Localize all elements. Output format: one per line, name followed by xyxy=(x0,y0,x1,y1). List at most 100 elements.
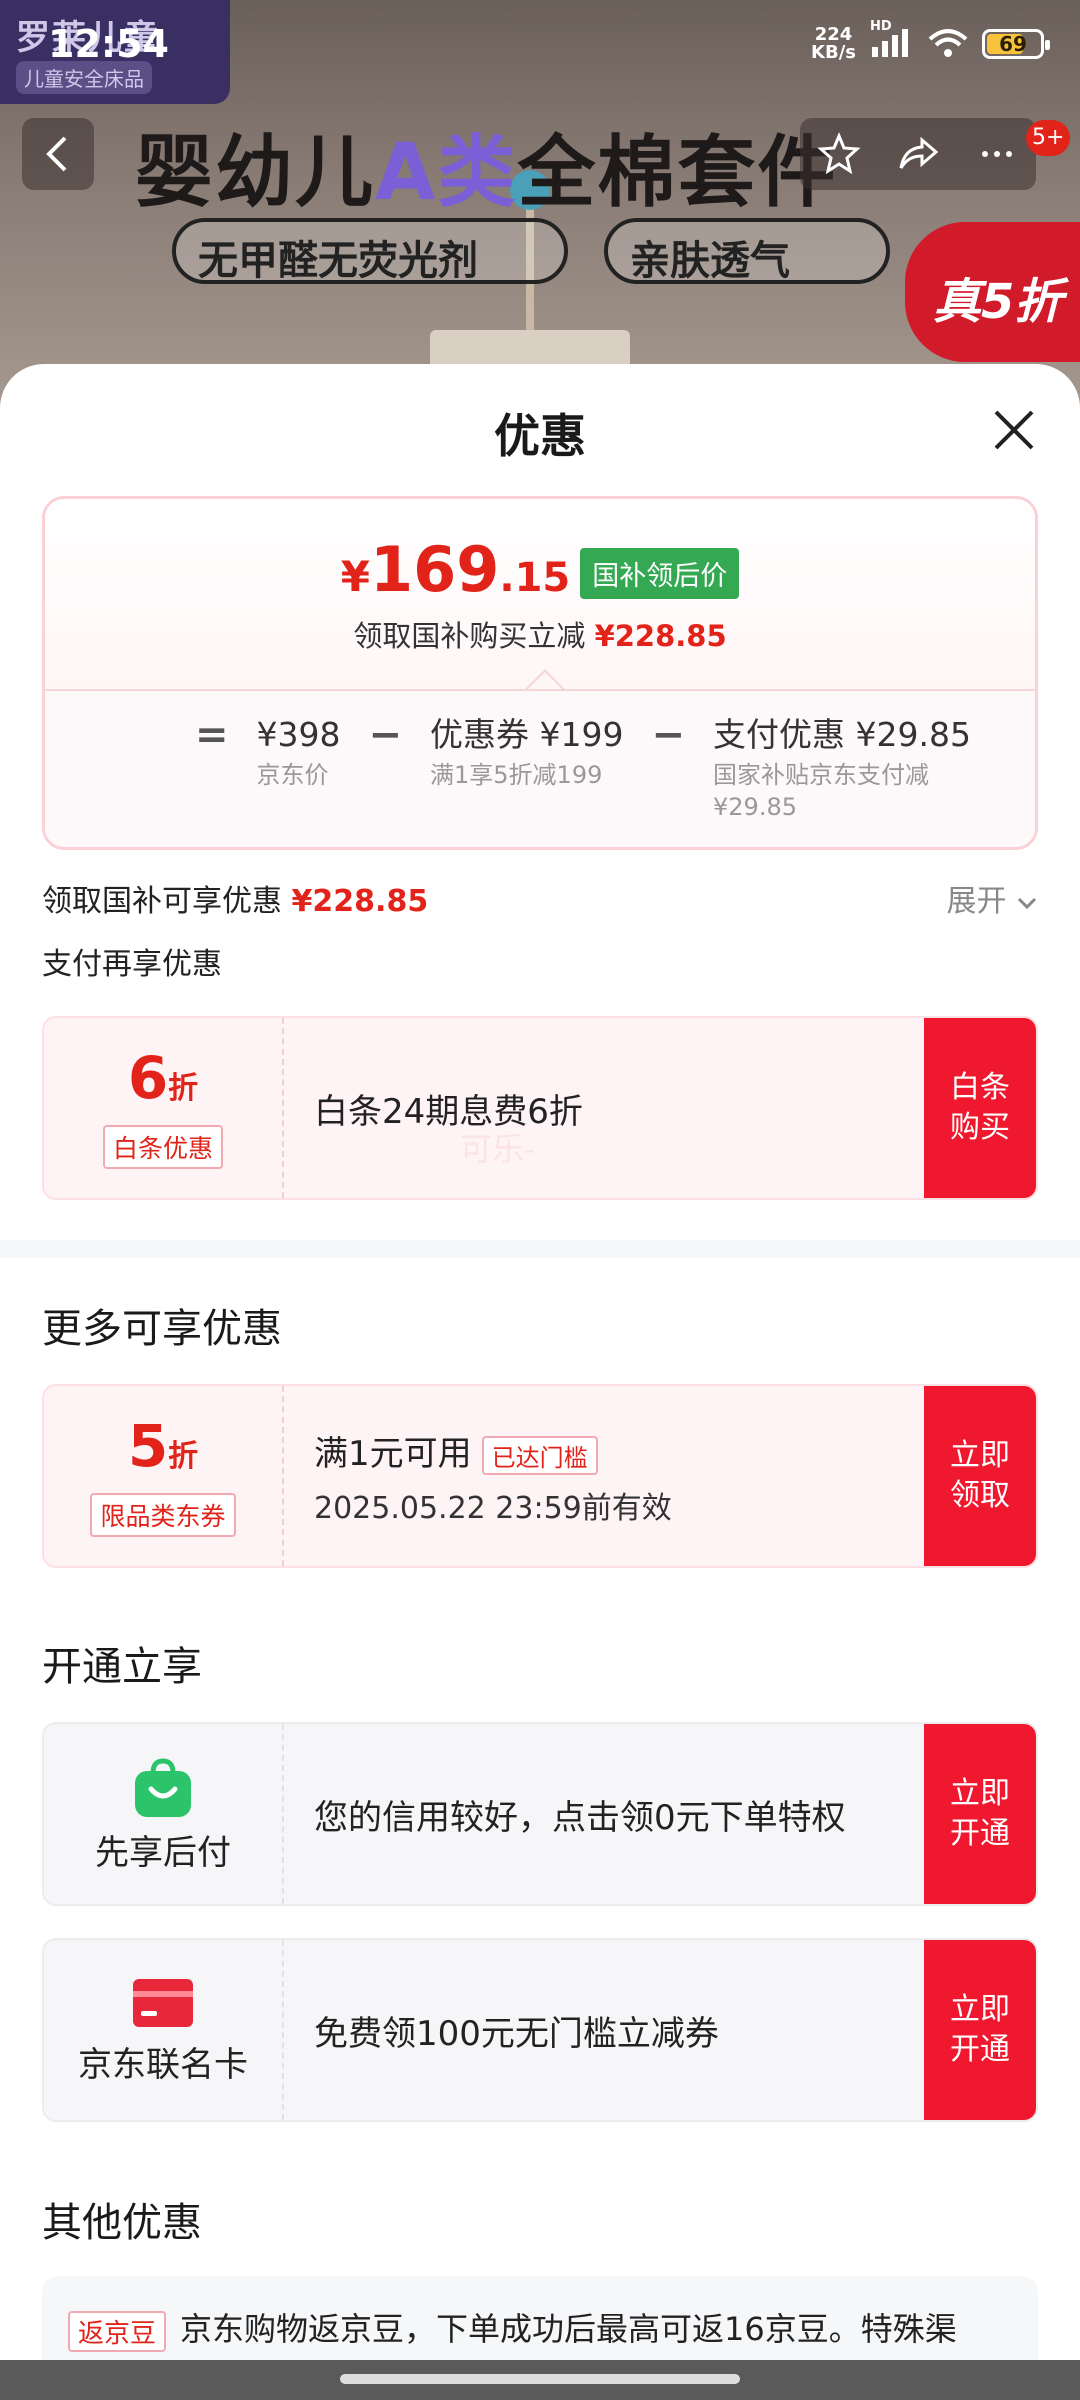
wifi-icon xyxy=(928,29,968,57)
price-integer: 169 xyxy=(369,533,500,606)
button-line: 开通 xyxy=(950,2032,1010,2067)
other-offers-title: 其他优惠 xyxy=(42,2200,202,2246)
claim-coupon-button[interactable]: 立即 领取 xyxy=(924,1386,1036,1566)
baitiao-offer-card: 6折 白条优惠 白条24期息费6折 白条购买 xyxy=(42,1016,1038,1200)
expand-label: 展开 xyxy=(946,884,1007,919)
final-price: ¥169.15 xyxy=(341,539,571,609)
formula-desc: 满1享5折减199 xyxy=(430,761,603,789)
formula-desc: 国家补贴京东支付减 xyxy=(713,761,930,789)
feature-pill: 亲肤透气 xyxy=(604,218,890,284)
signal-group: HD xyxy=(870,19,914,61)
discount-badge: 真5折 xyxy=(905,222,1080,362)
gov-subsidy-badge: 国补领后价 xyxy=(580,548,740,599)
discount-sheet: 优惠 ¥169.15 国补领后价 领取国补购买立减 ¥228.85 = ¥398 xyxy=(0,364,1080,2400)
button-line: 购买 xyxy=(950,1110,1010,1145)
home-indicator[interactable] xyxy=(340,2374,740,2384)
title-part2: 全棉套件 xyxy=(517,128,838,218)
jingdou-text: 京东购物返京豆，下单成功后最高可返16京豆。特殊渠 xyxy=(180,2310,957,2348)
button-line: 白条 xyxy=(950,1070,1010,1105)
baitiao-buy-button[interactable]: 白条 购买 xyxy=(924,1018,1036,1198)
discount-unit: 折 xyxy=(168,1070,199,1106)
status-time: 12:54 xyxy=(48,22,169,66)
shopping-bag-icon xyxy=(135,1757,191,1817)
button-line: 开通 xyxy=(950,1816,1010,1851)
formula-desc: ¥29.85 xyxy=(713,793,797,821)
coupon-card: 5折 限品类东券 满1元可用 已达门槛 2025.05.22 23:59前有效 立… xyxy=(42,1384,1038,1568)
cobrand-text: 免费领100元无门槛立减券 xyxy=(314,2013,719,2054)
chevron-down-icon xyxy=(1017,897,1037,910)
nav-actions xyxy=(800,118,1036,190)
navigation-bar xyxy=(0,2360,1080,2400)
feature-pill: 无甲醛无荧光剂 xyxy=(172,218,568,284)
price-breakdown-card: ¥169.15 国补领后价 领取国补购买立减 ¥228.85 = ¥398 京东… xyxy=(42,496,1038,850)
coupon-condition: 满1元可用 已达门槛 xyxy=(314,1426,924,1475)
subsidy-text: 领取国补购买立减 xyxy=(353,619,586,653)
baitiao-text: 白条24期息费6折 xyxy=(314,1091,583,1132)
formula-value: 支付优惠 ¥29.85 xyxy=(713,715,971,754)
open-cobrand-button[interactable]: 立即 开通 xyxy=(924,1940,1036,2120)
title-accent: A类 xyxy=(375,128,518,218)
currency-symbol: ¥ xyxy=(340,552,370,601)
formula-desc: 京东价 xyxy=(256,761,329,789)
button-line: 立即 xyxy=(950,1776,1010,1811)
open-paylater-button[interactable]: 立即 开通 xyxy=(924,1724,1036,1904)
subsidy-amount: ¥228.85 xyxy=(594,619,727,653)
subsidy-savings: 领取国补购买立减 ¥228.85 xyxy=(45,613,1035,655)
jingdou-tag: 返京豆 xyxy=(68,2310,167,2352)
network-type: HD xyxy=(870,19,892,34)
title-part1: 婴幼儿 xyxy=(135,128,376,218)
coupon-discount: 5折 xyxy=(128,1416,198,1487)
condition-text: 满1元可用 xyxy=(314,1433,472,1474)
discount-unit: 折 xyxy=(168,1438,199,1474)
speed-unit: KB/s xyxy=(811,42,856,63)
button-line: 立即 xyxy=(950,1992,1010,2027)
cobrand-label: 京东联名卡 xyxy=(78,2044,248,2085)
button-line: 立即 xyxy=(950,1438,1010,1473)
product-banner-title: 婴幼儿A类全棉套件 xyxy=(135,110,837,222)
paylater-card: 先享后付 您的信用较好，点击领0元下单特权 立即开通 xyxy=(42,1722,1038,1906)
minus-sign: − xyxy=(368,712,403,758)
formula-item: 优惠券 ¥199 满1享5折减199 xyxy=(430,711,623,791)
baitiao-discount: 6折 xyxy=(128,1048,198,1119)
discount-number: 5 xyxy=(127,1411,169,1480)
coupon-tag: 限品类东券 xyxy=(90,1492,236,1537)
more-offers-title: 更多可享优惠 xyxy=(42,1306,282,1352)
subsidy-summary-row: 领取国补可享优惠 ¥228.85 展开 xyxy=(42,876,1038,926)
credit-card-icon xyxy=(133,1978,193,2027)
button-line: 领取 xyxy=(950,1478,1010,1513)
back-button[interactable] xyxy=(22,118,94,190)
star-icon[interactable] xyxy=(817,132,861,176)
subsidy-summary-text: 领取国补可享优惠 xyxy=(42,884,282,919)
close-icon[interactable] xyxy=(990,406,1038,454)
price-decimal: .15 xyxy=(499,555,571,601)
section-divider xyxy=(0,1240,1080,1258)
battery-icon: 69 xyxy=(982,29,1050,59)
expand-button[interactable]: 展开 xyxy=(946,876,1038,920)
formula-value: 优惠券 ¥199 xyxy=(430,715,624,754)
watermark: 可乐- xyxy=(460,1130,536,1168)
formula-value: ¥398 xyxy=(256,715,341,754)
open-offers-title: 开通立享 xyxy=(42,1644,202,1690)
sheet-title: 优惠 xyxy=(494,409,586,463)
paylater-text: 您的信用较好，点击领0元下单特权 xyxy=(314,1797,846,1838)
subsidy-summary-amount: ¥228.85 xyxy=(291,884,429,919)
pay-offers-title: 支付再享优惠 xyxy=(42,947,222,982)
equals-sign: = xyxy=(195,712,229,758)
price-formula: = ¥398 京东价 − 优惠券 ¥199 满1享5折减199 − 支付优惠 ¥… xyxy=(195,711,971,823)
cart-count-badge: 5+ xyxy=(1026,120,1071,156)
network-speed: 224 KB/s xyxy=(811,26,856,62)
coupon-expiry: 2025.05.22 23:59前有效 xyxy=(314,1490,672,1526)
minus-sign: − xyxy=(651,712,686,758)
discount-number: 6 xyxy=(127,1043,169,1112)
battery-percent: 69 xyxy=(999,32,1027,56)
status-bar: 12:54 224 KB/s HD 69 xyxy=(0,0,1080,90)
cobrand-card: 京东联名卡 免费领100元无门槛立减券 立即开通 xyxy=(42,1938,1038,2122)
more-icon[interactable] xyxy=(975,132,1019,176)
baitiao-tag: 白条优惠 xyxy=(102,1124,223,1169)
threshold-reached-badge: 已达门槛 xyxy=(481,1435,598,1475)
share-icon[interactable] xyxy=(896,132,940,176)
paylater-label: 先享后付 xyxy=(95,1832,231,1873)
formula-item: 支付优惠 ¥29.85 国家补贴京东支付减 ¥29.85 xyxy=(713,711,971,823)
chevron-left-icon xyxy=(46,136,67,172)
formula-item: ¥398 京东价 xyxy=(257,711,341,791)
